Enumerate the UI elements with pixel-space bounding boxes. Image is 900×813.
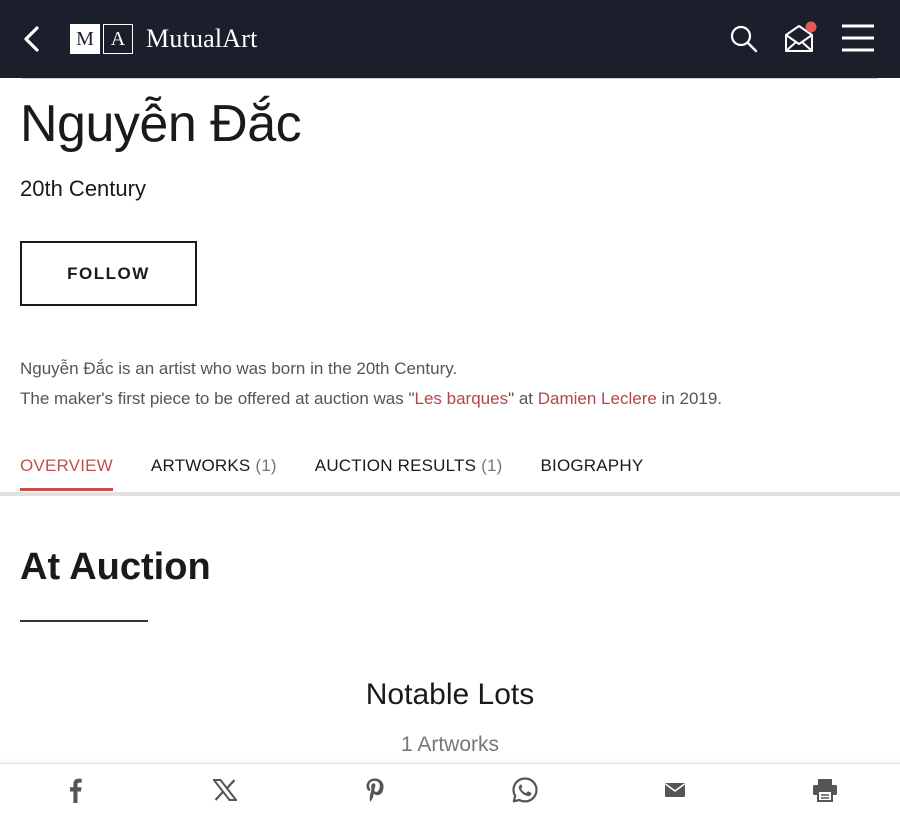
tab-artworks-count: (1) bbox=[255, 456, 277, 475]
artist-intro: Nguyễn Đắc is an artist who was born in … bbox=[20, 354, 722, 414]
section-title: At Auction bbox=[20, 546, 211, 588]
follow-button[interactable]: FOLLOW bbox=[20, 241, 197, 306]
notifications-button[interactable] bbox=[782, 20, 820, 56]
tab-overview-label: OVERVIEW bbox=[20, 456, 113, 475]
tab-artworks[interactable]: ARTWORKS (1) bbox=[151, 456, 277, 476]
intro-line-2-prefix: The maker's first piece to be offered at… bbox=[20, 389, 415, 408]
tab-artworks-label: ARTWORKS bbox=[150, 456, 251, 475]
menu-button[interactable] bbox=[840, 22, 876, 54]
tab-auction-results-label: AUCTION RESULTS bbox=[314, 456, 477, 475]
facebook-share-button[interactable] bbox=[60, 776, 90, 804]
intro-line-2: The maker's first piece to be offered at… bbox=[20, 384, 722, 414]
intro-line-2-suffix: in 2019. bbox=[656, 389, 723, 408]
auction-house-link[interactable]: Damien Leclere bbox=[538, 389, 657, 408]
artist-century: 20th Century bbox=[20, 176, 146, 201]
tab-overview[interactable]: OVERVIEW bbox=[20, 456, 113, 491]
header-divider bbox=[22, 78, 878, 79]
share-bar bbox=[0, 763, 900, 813]
artist-tabs: OVERVIEW ARTWORKS (1) AUCTION RESULTS (1… bbox=[20, 456, 681, 491]
mutualart-logo[interactable]: M A MutualArt bbox=[70, 24, 258, 54]
tab-biography-label: BIOGRAPHY bbox=[540, 456, 644, 475]
email-share-button[interactable] bbox=[660, 776, 690, 804]
intro-line-2-mid: " at bbox=[508, 389, 538, 408]
print-button[interactable] bbox=[810, 776, 840, 804]
pinterest-icon bbox=[366, 778, 384, 802]
chevron-left-icon bbox=[24, 26, 39, 52]
x-icon bbox=[213, 779, 237, 801]
search-icon bbox=[730, 25, 758, 53]
hamburger-menu-icon bbox=[842, 24, 874, 52]
logo-letter-m: M bbox=[70, 24, 100, 54]
print-icon bbox=[813, 779, 837, 802]
whatsapp-share-button[interactable] bbox=[510, 776, 540, 804]
back-button[interactable] bbox=[18, 22, 48, 56]
top-navigation-bar: M A MutualArt bbox=[0, 0, 900, 78]
tab-auction-results-count: (1) bbox=[481, 456, 503, 475]
section-rule bbox=[20, 620, 148, 622]
search-button[interactable] bbox=[728, 23, 760, 55]
x-share-button[interactable] bbox=[210, 776, 240, 804]
notable-lots-count: 1 Artworks bbox=[400, 733, 500, 756]
tab-biography[interactable]: BIOGRAPHY bbox=[540, 456, 643, 476]
artist-name: Nguyễn Đắc bbox=[20, 95, 302, 153]
artwork-link[interactable]: Les barques bbox=[415, 389, 509, 408]
whatsapp-icon bbox=[512, 777, 538, 803]
email-icon bbox=[665, 783, 685, 797]
tabs-divider bbox=[0, 492, 900, 496]
facebook-icon bbox=[70, 778, 82, 803]
tab-auction-results[interactable]: AUCTION RESULTS (1) bbox=[315, 456, 503, 476]
brand-name: MutualArt bbox=[146, 24, 258, 53]
pinterest-share-button[interactable] bbox=[360, 776, 390, 804]
envelope-notification-icon bbox=[785, 21, 817, 52]
notable-lots-title: Notable Lots bbox=[365, 678, 535, 711]
notification-dot bbox=[805, 21, 817, 33]
logo-letter-a: A bbox=[103, 24, 133, 54]
intro-line-1: Nguyễn Đắc is an artist who was born in … bbox=[20, 359, 458, 378]
